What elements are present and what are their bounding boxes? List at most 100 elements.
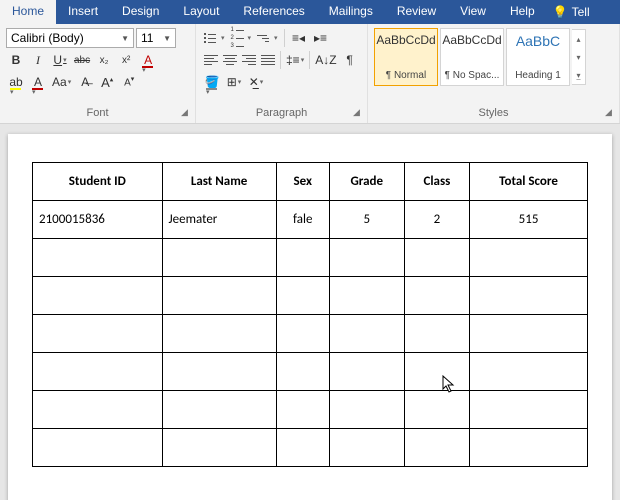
table-cell[interactable] — [33, 239, 163, 277]
table-cell[interactable] — [329, 239, 404, 277]
strikethrough-button[interactable]: abc — [72, 50, 92, 70]
tab-insert[interactable]: Insert — [56, 0, 110, 24]
shrink-font-button[interactable]: A▾ — [119, 72, 139, 92]
table-cell[interactable]: 5 — [329, 201, 404, 239]
table-header-cell[interactable]: Grade — [329, 163, 404, 201]
table-cell[interactable] — [329, 353, 404, 391]
table-cell[interactable] — [33, 391, 163, 429]
table-cell[interactable] — [470, 277, 588, 315]
table-cell[interactable] — [276, 277, 329, 315]
table-cell[interactable]: fale — [276, 201, 329, 239]
justify-button[interactable] — [259, 51, 277, 69]
table-cell[interactable] — [470, 315, 588, 353]
tab-mailings[interactable]: Mailings — [317, 0, 385, 24]
styles-dialog-launcher[interactable]: ◢ — [605, 107, 617, 119]
document-page[interactable]: Student IDLast NameSexGradeClassTotal Sc… — [8, 134, 612, 500]
align-left-button[interactable] — [202, 51, 220, 69]
styles-scroll-down[interactable]: ▾ — [572, 48, 585, 66]
superscript-button[interactable]: x² — [116, 50, 136, 70]
bold-button[interactable]: B — [6, 50, 26, 70]
tab-view[interactable]: View — [448, 0, 498, 24]
table-header-cell[interactable]: Last Name — [162, 163, 276, 201]
change-case-button[interactable]: Aa — [50, 72, 73, 92]
underline-button[interactable]: U — [50, 50, 70, 70]
phonetic-guide-button[interactable]: A̶ — [75, 72, 95, 92]
table-cell[interactable] — [162, 315, 276, 353]
grow-font-button[interactable]: A▴ — [97, 72, 117, 92]
table-cell[interactable] — [470, 353, 588, 391]
table-cell[interactable] — [470, 391, 588, 429]
table-cell[interactable] — [404, 315, 469, 353]
table-cell[interactable] — [276, 315, 329, 353]
font-family-combo[interactable]: Calibri (Body) ▼ — [6, 28, 134, 48]
italic-button[interactable]: I — [28, 50, 48, 70]
table-cell[interactable] — [329, 277, 404, 315]
table-cell[interactable] — [276, 239, 329, 277]
student-table[interactable]: Student IDLast NameSexGradeClassTotal Sc… — [32, 162, 588, 467]
table-cell[interactable] — [276, 429, 329, 467]
styles-expand[interactable]: ▾̲ — [572, 66, 585, 84]
table-cell[interactable] — [162, 353, 276, 391]
show-marks-button[interactable]: ¶ — [340, 50, 360, 70]
text-effects-button[interactable]: A — [138, 50, 158, 70]
font-dialog-launcher[interactable]: ◢ — [181, 107, 193, 119]
table-cell[interactable] — [33, 429, 163, 467]
table-cell[interactable] — [404, 353, 469, 391]
table-cell[interactable] — [162, 277, 276, 315]
paragraph-dialog-launcher[interactable]: ◢ — [353, 107, 365, 119]
table-cell[interactable]: Jeemater — [162, 201, 276, 239]
table-cell[interactable] — [276, 353, 329, 391]
align-right-button[interactable] — [240, 51, 258, 69]
table-cell[interactable]: 515 — [470, 201, 588, 239]
table-cell[interactable] — [33, 315, 163, 353]
table-cell[interactable] — [33, 353, 163, 391]
table-cell[interactable] — [329, 429, 404, 467]
style-item-1[interactable]: AaBbCcDd¶ No Spac... — [440, 28, 504, 86]
subscript-button[interactable]: x₂ — [94, 50, 114, 70]
style-item-2[interactable]: AaBbCHeading 1 — [506, 28, 570, 86]
table-cell[interactable]: 2 — [404, 201, 469, 239]
table-cell[interactable] — [470, 239, 588, 277]
style-item-0[interactable]: AaBbCcDd¶ Normal — [374, 28, 438, 86]
borders-button[interactable]: ⊞ — [224, 72, 244, 92]
font-color-button[interactable]: A — [28, 72, 48, 92]
table-cell[interactable] — [404, 429, 469, 467]
increase-indent-button[interactable]: ▸≡ — [311, 28, 331, 48]
multilevel-list-button[interactable] — [255, 28, 280, 48]
bullets-button[interactable] — [202, 28, 227, 48]
table-cell[interactable] — [276, 391, 329, 429]
table-cell[interactable] — [404, 277, 469, 315]
shading-button[interactable]: 🪣 — [202, 72, 222, 92]
tab-layout[interactable]: Layout — [171, 0, 231, 24]
numbering-button[interactable]: 1 2 3 — [229, 28, 254, 48]
table-cell[interactable] — [33, 277, 163, 315]
asian-layout-button[interactable]: ✕̲ — [246, 72, 266, 92]
table-cell[interactable] — [404, 391, 469, 429]
tab-design[interactable]: Design — [110, 0, 171, 24]
decrease-indent-button[interactable]: ≡◂ — [289, 28, 309, 48]
font-size-combo[interactable]: 11 ▼ — [136, 28, 176, 48]
styles-scroll-up[interactable]: ▴ — [572, 30, 585, 48]
tab-home[interactable]: Home — [0, 0, 56, 24]
tell-me-button[interactable]: 💡Tell — [547, 0, 596, 24]
table-header-cell[interactable]: Student ID — [33, 163, 163, 201]
table-cell[interactable] — [329, 315, 404, 353]
align-center-button[interactable] — [221, 51, 239, 69]
highlight-button[interactable]: ab — [6, 72, 26, 92]
table-header-cell[interactable]: Sex — [276, 163, 329, 201]
table-cell[interactable] — [329, 391, 404, 429]
line-spacing-button[interactable]: ‡≡ — [284, 50, 306, 70]
tab-review[interactable]: Review — [385, 0, 448, 24]
table-cell[interactable] — [404, 239, 469, 277]
document-area[interactable]: Student IDLast NameSexGradeClassTotal Sc… — [0, 124, 620, 500]
table-cell[interactable] — [162, 391, 276, 429]
tab-help[interactable]: Help — [498, 0, 547, 24]
table-cell[interactable] — [162, 239, 276, 277]
tab-references[interactable]: References — [231, 0, 316, 24]
sort-button[interactable]: A↓Z — [313, 50, 338, 70]
table-cell[interactable] — [470, 429, 588, 467]
table-header-cell[interactable]: Total Score — [470, 163, 588, 201]
table-cell[interactable] — [162, 429, 276, 467]
table-header-cell[interactable]: Class — [404, 163, 469, 201]
table-cell[interactable]: 2100015836 — [33, 201, 163, 239]
